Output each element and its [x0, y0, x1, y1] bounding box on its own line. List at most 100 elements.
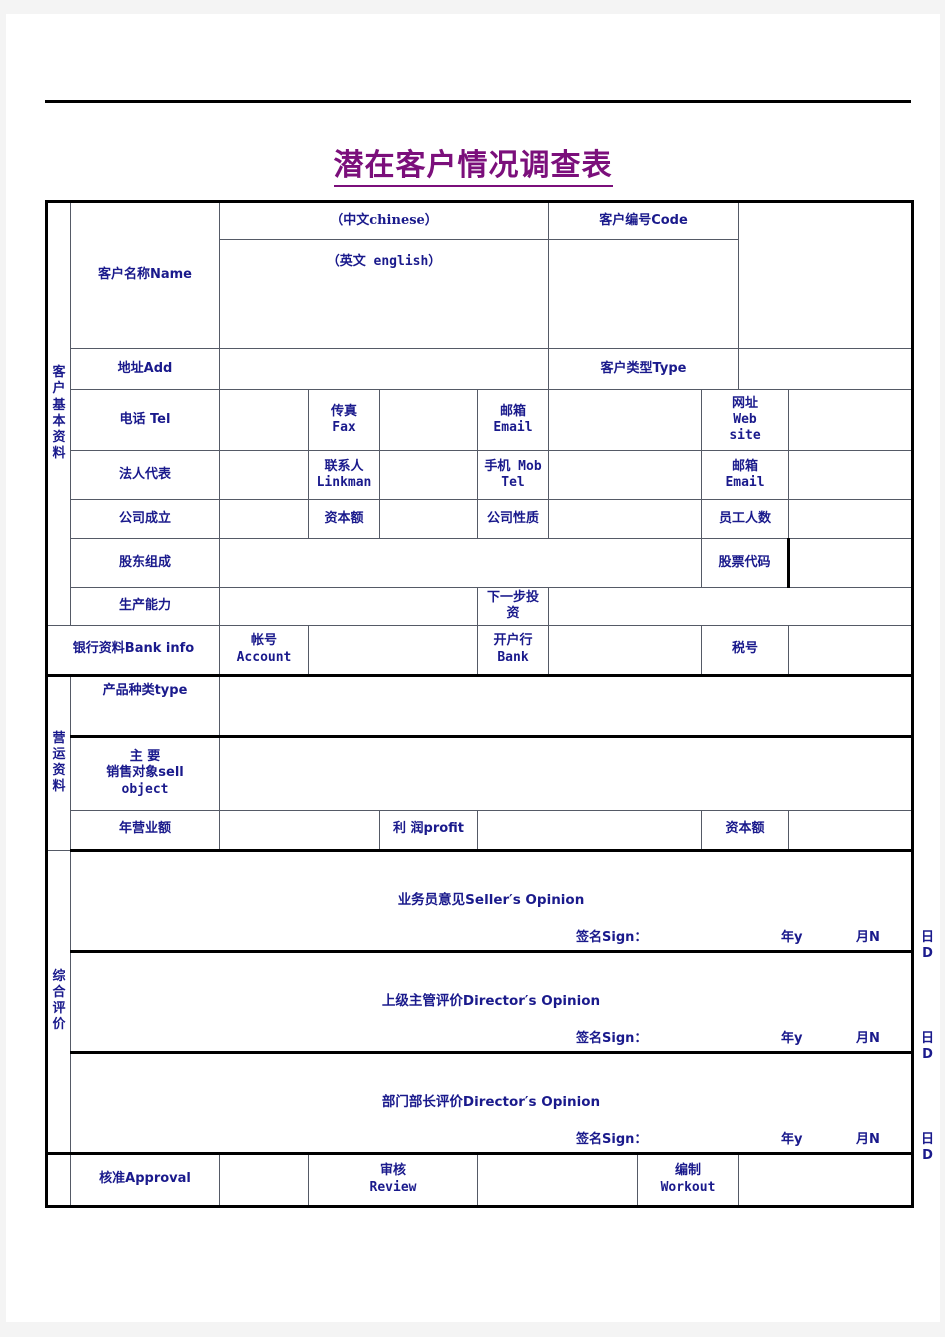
- side-label-operations-c0: 营: [52, 730, 66, 746]
- value-review[interactable]: [477, 1151, 638, 1208]
- table-row-bank: 银行资料Bank info 帐号 Account 开户行 Bank 税号: [45, 624, 915, 677]
- table-row-name-chinese: 客 户 基 本 资 料 客户名称Name （中文chinese） 客户编号Cod…: [45, 200, 915, 626]
- value-fax[interactable]: [379, 389, 478, 451]
- label-workout: 编制 Workout: [636, 1151, 740, 1208]
- label-customer-type: 客户类型Type: [547, 348, 740, 390]
- value-founded[interactable]: [219, 499, 309, 539]
- label-account-cn: 帐号: [250, 633, 277, 649]
- label-address: 地址Add: [70, 348, 220, 390]
- value-employees[interactable]: [788, 499, 915, 539]
- table-row-shareholders: 股东组成 股票代码: [47, 538, 915, 588]
- cell-director-opinion[interactable]: 上级主管评价Director′s Opinion 签名Sign： 年y 月N 日…: [69, 949, 934, 1062]
- value-email2[interactable]: [788, 450, 915, 500]
- label-next-investment: 下一步投资: [477, 587, 549, 626]
- label-month-seller: 月N: [856, 929, 880, 945]
- value-shareholders[interactable]: [219, 538, 702, 588]
- label-sell-object: 主 要 销售对象sell object: [70, 734, 220, 811]
- value-approval[interactable]: [219, 1151, 309, 1208]
- value-nature[interactable]: [548, 499, 702, 539]
- value-tax-no[interactable]: [788, 624, 915, 677]
- label-email2: 邮箱 Email: [700, 450, 790, 500]
- label-website-en1: Web: [733, 411, 757, 427]
- label-email-en: Email: [493, 420, 533, 435]
- value-capital[interactable]: [379, 499, 478, 539]
- value-stock-code[interactable]: [788, 538, 915, 588]
- value-next-investment[interactable]: [547, 587, 915, 626]
- side-label-operations-c2: 资: [52, 763, 66, 778]
- value-bank[interactable]: [548, 624, 702, 677]
- label-day-department: 日D: [921, 1131, 935, 1163]
- label-website-cn: 网址: [732, 395, 759, 411]
- cell-seller-opinion[interactable]: 业务员意见Seller′s Opinion 签名Sign： 年y 月N 日D: [69, 849, 934, 961]
- side-label-basic-c5: 料: [52, 446, 66, 462]
- page-title-text: 潜在客户情况调查表: [333, 148, 613, 187]
- label-month-department: 月N: [856, 1131, 880, 1147]
- label-linkman: 联系人 Linkman: [308, 450, 380, 500]
- label-shareholders: 股东组成: [70, 538, 220, 588]
- label-sell-object-l1: 主 要: [129, 749, 161, 765]
- value-linkman[interactable]: [379, 450, 478, 500]
- side-label-evaluation-c3: 价: [52, 1017, 66, 1033]
- value-tel[interactable]: [219, 389, 309, 451]
- label-nature: 公司性质: [477, 499, 549, 539]
- value-customer-name-area[interactable]: [547, 239, 740, 349]
- label-mobile-cn: 手机 Mob: [484, 458, 542, 474]
- label-operations-capital: 资本额: [700, 809, 790, 852]
- side-label-operations-c1: 运: [52, 746, 66, 762]
- value-sell-object[interactable]: [218, 734, 915, 811]
- value-address[interactable]: [219, 348, 549, 390]
- value-workout[interactable]: [738, 1151, 915, 1208]
- table-row-legal-rep: 法人代表 联系人 Linkman 手机 Mob Tel 邮箱 Email: [47, 450, 915, 500]
- table-row-address: 地址Add 客户类型Type: [47, 348, 915, 390]
- label-review-cn: 审核: [379, 1163, 406, 1179]
- page-title: 潜在客户情况调查表: [6, 140, 940, 187]
- value-website[interactable]: [788, 389, 915, 451]
- hint-english-name[interactable]: （英文 english）: [219, 239, 549, 349]
- footer-spacer: [45, 1151, 71, 1208]
- side-label-basic: 客 户 基 本 资 料: [45, 200, 71, 626]
- label-capacity: 生产能力: [70, 587, 220, 626]
- signature-line-department: 签名Sign： 年y 月N 日D: [71, 1131, 934, 1163]
- label-sign-director: 签名Sign：: [576, 1030, 648, 1046]
- label-fax-en: Fax: [332, 420, 356, 435]
- label-bank-info: 银行资料Bank info: [45, 624, 220, 677]
- label-legal-rep: 法人代表: [70, 450, 220, 500]
- table-row-product-type: 营 运 资 料 产品种类type: [45, 674, 915, 851]
- side-label-evaluation-c2: 评: [52, 1001, 66, 1016]
- label-email-cn: 邮箱: [499, 403, 526, 419]
- side-label-basic-c0: 客: [52, 365, 66, 380]
- label-director-opinion: 上级主管评价Director′s Opinion: [381, 993, 601, 1010]
- label-day-seller: 日D: [921, 929, 935, 961]
- label-fax-cn: 传真: [330, 403, 357, 419]
- value-email[interactable]: [548, 389, 702, 451]
- value-mobile[interactable]: [548, 450, 702, 500]
- value-capacity[interactable]: [219, 587, 478, 626]
- label-day-director: 日D: [921, 1030, 935, 1062]
- label-mobile: 手机 Mob Tel: [477, 450, 549, 500]
- label-bank-en: Bank: [497, 649, 529, 665]
- value-annual-turnover[interactable]: [219, 809, 380, 852]
- label-email: 邮箱 Email: [477, 389, 549, 451]
- table-row-tel: 电话 Tel 传真 Fax 邮箱 Email 网址 Web site: [47, 389, 915, 451]
- label-bank-cn: 开户行: [493, 633, 533, 649]
- value-customer-code[interactable]: [738, 200, 915, 349]
- side-label-evaluation-c0: 综: [52, 968, 66, 984]
- label-account-en: Account: [236, 649, 292, 665]
- value-customer-type[interactable]: [738, 348, 915, 390]
- value-legal-rep[interactable]: [219, 450, 309, 500]
- value-product-type[interactable]: [218, 674, 915, 737]
- value-operations-capital[interactable]: [788, 809, 915, 852]
- label-seller-opinion: 业务员意见Seller′s Opinion: [397, 892, 585, 909]
- label-sign-department: 签名Sign：: [576, 1131, 648, 1147]
- cell-department-opinion[interactable]: 部门部长评价Director′s Opinion 签名Sign： 年y 月N 日…: [69, 1050, 934, 1163]
- label-profit: 利 润profit: [379, 809, 478, 852]
- header-rule: [45, 100, 911, 103]
- label-annual-turnover: 年营业额: [70, 809, 220, 852]
- value-profit[interactable]: [477, 809, 702, 852]
- table-row-capacity: 生产能力 下一步投资: [47, 587, 915, 626]
- label-year-seller: 年y: [781, 929, 803, 945]
- label-tax-no: 税号: [700, 624, 790, 677]
- label-workout-cn: 编制: [675, 1163, 702, 1179]
- value-account[interactable]: [308, 624, 478, 677]
- label-customer-code: 客户编号Code: [547, 200, 740, 240]
